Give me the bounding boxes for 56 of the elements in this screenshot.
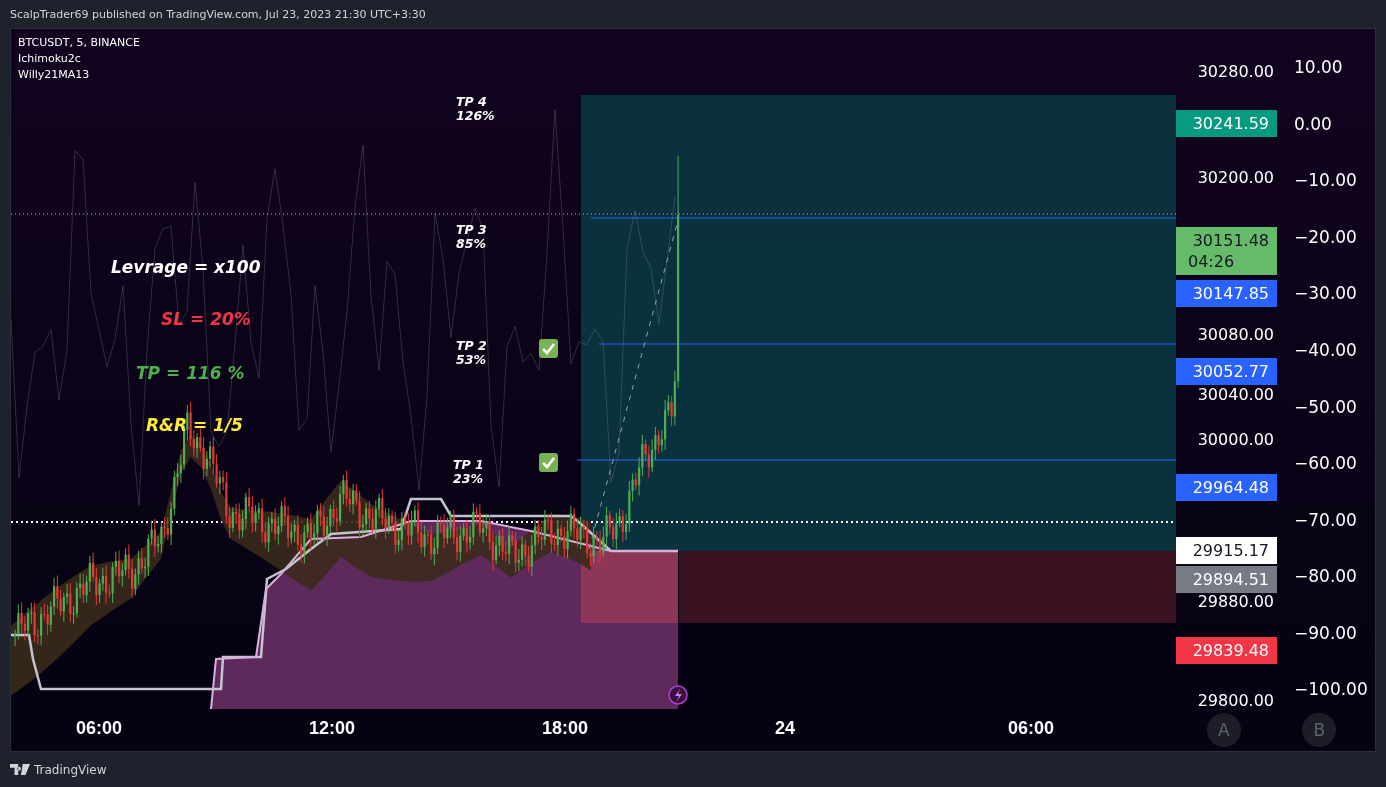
loss-zone[interactable] xyxy=(581,551,678,623)
price-value: 29839.48 xyxy=(1192,640,1269,661)
target-label: TP 4 xyxy=(456,95,487,109)
time-tick: 12:00 xyxy=(309,718,356,739)
lightning-icon[interactable] xyxy=(668,685,688,705)
oscillator-tick: −50.00 xyxy=(1294,397,1357,417)
oscillator-tick: 0.00 xyxy=(1294,114,1332,134)
time-tick: 06:00 xyxy=(1008,718,1055,739)
price-tick: 30280.00 xyxy=(1197,62,1274,82)
oscillator-tick: −60.00 xyxy=(1294,453,1357,473)
price-value: 29894.51 xyxy=(1192,569,1269,590)
oscillator-tick: −100.00 xyxy=(1294,679,1368,699)
price-value: 30147.85 xyxy=(1192,283,1269,304)
oscillator-tick: −10.00 xyxy=(1294,170,1357,190)
target-label: TP 3 xyxy=(456,223,487,237)
chart-annotation: Levrage = x100 xyxy=(111,257,261,277)
price-value: 30151.48 xyxy=(1192,230,1269,251)
price-tick: 30040.00 xyxy=(1197,385,1274,405)
target-label: TP 1 xyxy=(453,458,484,472)
target-percent: 126% xyxy=(456,109,495,123)
trend-line[interactable] xyxy=(588,223,678,550)
time-tick: 24 xyxy=(775,718,796,739)
price-tick: 29880.00 xyxy=(1197,592,1274,612)
oscillator-tick: −20.00 xyxy=(1294,227,1357,247)
brand-name[interactable]: TradingView xyxy=(34,762,107,777)
oscillator-tick: −40.00 xyxy=(1294,340,1357,360)
oscillator-tick: 10.00 xyxy=(1294,57,1343,77)
time-tick: 06:00 xyxy=(76,718,123,739)
publish-info: ScalpTrader69 published on TradingView.com, Jul 23, 2023 21:30 UTC+3:30 xyxy=(10,7,426,21)
scale-button[interactable]: A xyxy=(1206,713,1241,747)
scale-button[interactable]: B xyxy=(1302,713,1337,747)
chart-annotation: SL = 20% xyxy=(161,309,251,329)
target-percent: 53% xyxy=(456,353,486,367)
price-value: 30241.59 xyxy=(1192,113,1269,134)
time-tick: 18:00 xyxy=(542,718,589,739)
legend-label: BTCUSDT, 5, BINANCE xyxy=(18,35,140,51)
chart-annotation: R&R = 1/5 xyxy=(146,415,243,435)
target-percent: 85% xyxy=(456,237,486,251)
legend-label: Ichimoku2c xyxy=(18,51,81,67)
price-value: 30052.77 xyxy=(1192,361,1269,382)
price-tick: 29800.00 xyxy=(1197,691,1274,711)
chart-annotation: TP = 116 % xyxy=(136,363,245,383)
price-value: 29964.48 xyxy=(1192,477,1269,498)
price-tick: 30000.00 xyxy=(1197,430,1274,450)
price-tick: 30080.00 xyxy=(1197,325,1274,345)
price-tick: 30200.00 xyxy=(1197,168,1274,188)
price-value: 29915.17 xyxy=(1192,540,1269,561)
oscillator-tick: −90.00 xyxy=(1294,623,1357,643)
oscillator-tick: −30.00 xyxy=(1294,283,1357,303)
legend-label: Willy21MA13 xyxy=(18,67,90,83)
target-label: TP 2 xyxy=(456,339,487,353)
tradingview-logo-icon[interactable] xyxy=(10,764,30,775)
countdown-time: 04:26 xyxy=(1187,251,1235,272)
oscillator-tick: −80.00 xyxy=(1294,566,1357,586)
target-percent: 23% xyxy=(453,472,483,486)
oscillator-tick: −70.00 xyxy=(1294,510,1357,530)
